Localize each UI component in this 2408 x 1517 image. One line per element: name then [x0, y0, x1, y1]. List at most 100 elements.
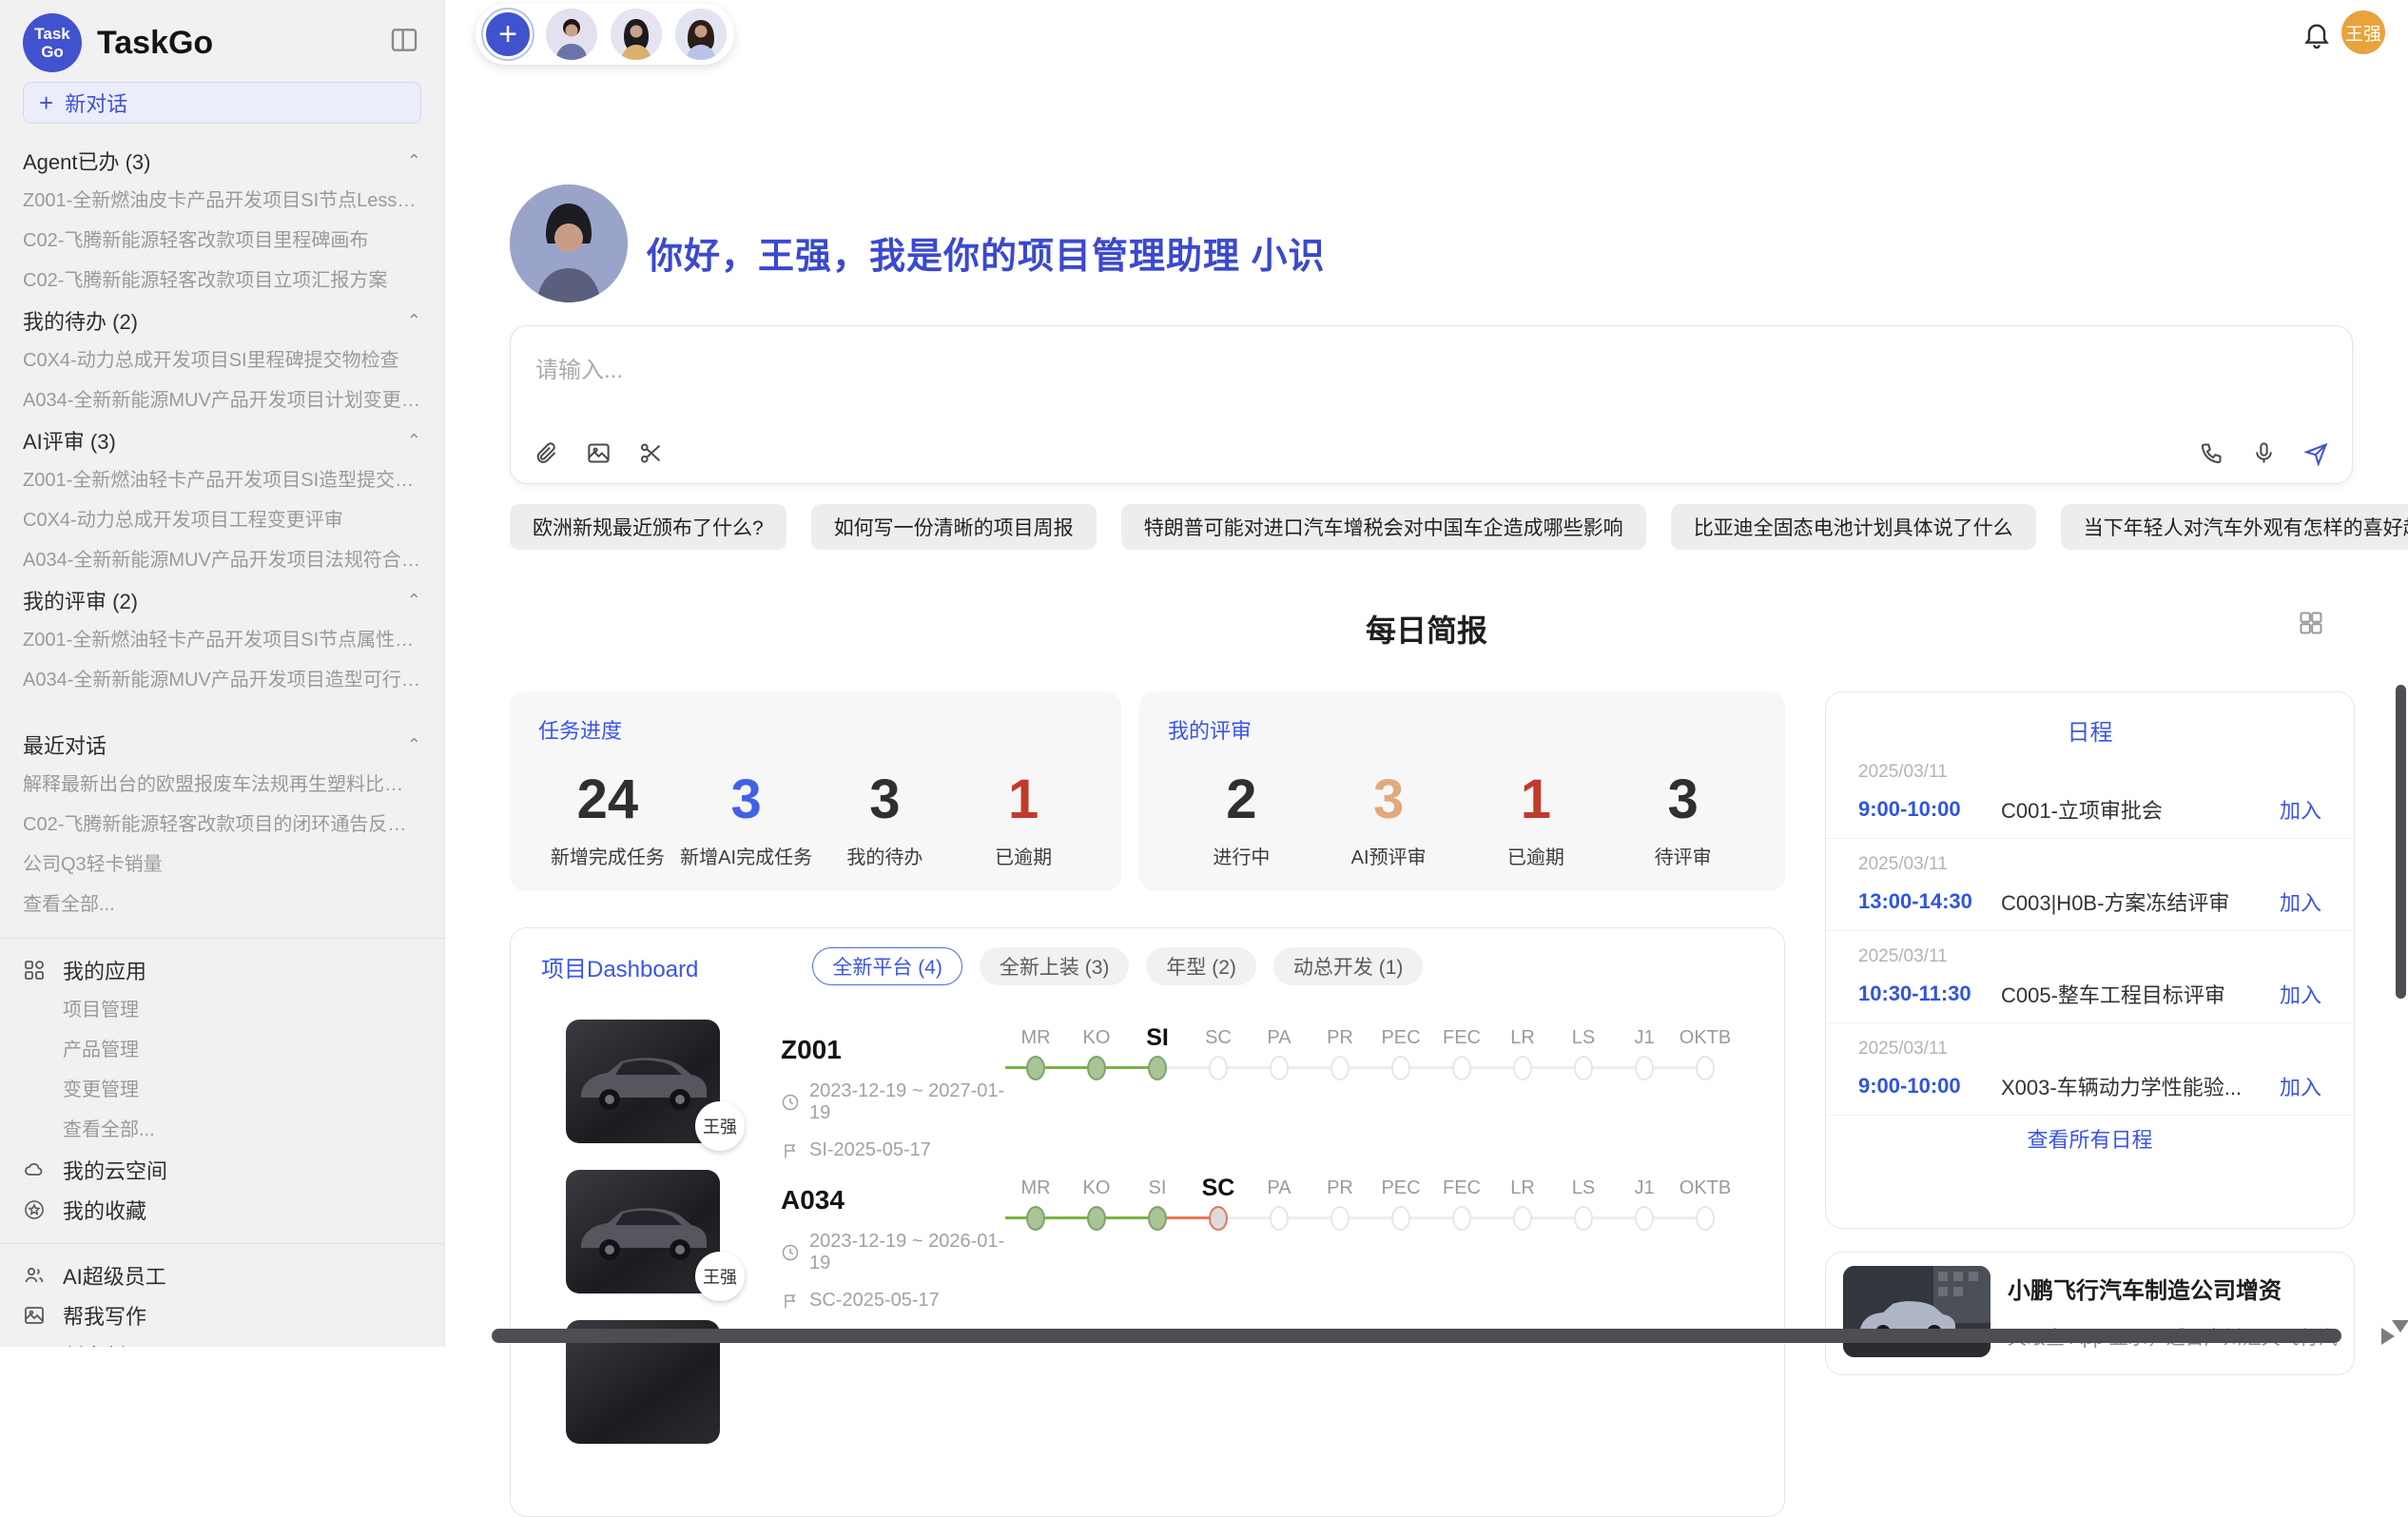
sidebar-item[interactable]: A034-全新新能源MUV产品开发项目计划变更表编写 [23, 380, 421, 420]
tab-powertrain[interactable]: 动总开发 (1) [1273, 947, 1424, 985]
milestone-label: PA [1249, 1021, 1310, 1054]
milestone-label: PA [1249, 1172, 1310, 1204]
schedule-event-title: C005-整车工程目标评审 [2001, 979, 2266, 1009]
join-link[interactable]: 加入 [2280, 794, 2321, 825]
schedule-date: 2025/03/11 [1858, 762, 2321, 783]
recent-chat-item[interactable]: C02-飞腾新能源轻客改款项目的闭环通告反馈情况 [23, 805, 421, 845]
sidebar-item-help-write[interactable]: 帮我写作 [23, 1295, 421, 1335]
sidebar-item-favorites[interactable]: 我的收藏 [23, 1190, 421, 1230]
sidebar-item[interactable]: A034-全新新能源MUV产品开发项目法规符合性评审 [23, 540, 421, 580]
sidebar-item[interactable]: C02-飞腾新能源轻客改款项目立项汇报方案 [23, 261, 421, 301]
milestone-dot [1026, 1056, 1045, 1080]
suggestion-chip[interactable]: 特朗普可能对进口汽车增税会对中国车企造成哪些影响 [1121, 504, 1646, 550]
layout-grid-icon[interactable] [2298, 610, 2324, 636]
sidebar-item-change-mgmt[interactable]: 变更管理 [23, 1070, 421, 1110]
notification-bell-icon[interactable] [2301, 19, 2332, 49]
sidebar-item[interactable]: A034-全新新能源MUV产品开发项目造型可行性评审 [23, 660, 421, 700]
new-chat-button[interactable]: + 新对话 [23, 82, 421, 124]
sidebar-collapse-icon[interactable] [389, 25, 419, 55]
milestone-label: LS [1553, 1172, 1614, 1204]
schedule-time: 9:00-10:00 [1858, 797, 2001, 822]
news-card[interactable]: 小鹏飞行汽车制造公司增资 天眼查 App 显示，近日广州汇天飞行汽... [1825, 1252, 2355, 1375]
section-ai-review[interactable]: AI评审 (3) ⌃ [23, 420, 421, 460]
project-date-range: 2023-12-19 ~ 2026-01-19 [809, 1231, 1005, 1274]
stat-label: 新增AI完成任务 [677, 842, 816, 869]
add-conversation-button[interactable]: + [483, 10, 533, 59]
avatar[interactable] [675, 9, 727, 60]
new-chat-label: 新对话 [65, 88, 127, 118]
milestone-dot [1270, 1206, 1289, 1231]
join-link[interactable]: 加入 [2280, 979, 2321, 1009]
stat-value: 1 [954, 764, 1093, 836]
sidebar-item-project-mgmt[interactable]: 项目管理 [23, 990, 421, 1030]
sidebar-item[interactable]: C0X4-动力总成开发项目SI里程碑提交物检查 [23, 340, 421, 380]
recent-chat-item[interactable]: 公司Q3轻卡销量 [23, 845, 421, 885]
attachment-icon[interactable] [534, 440, 559, 466]
schedule-event-title: C001-立项审批会 [2001, 794, 2266, 825]
suggestion-chip[interactable]: 如何写一份清晰的项目周报 [811, 504, 1097, 550]
milestone-dot [1391, 1206, 1410, 1231]
stat-value: 24 [538, 764, 677, 836]
image-upload-icon[interactable] [586, 440, 612, 466]
milestone-label-current: SC [1188, 1172, 1249, 1204]
project-row-partial[interactable] [511, 1293, 1784, 1444]
suggestion-chip[interactable]: 当下年轻人对汽车外观有怎样的喜好趋势 [2061, 504, 2408, 550]
horizontal-scrollbar[interactable] [492, 1329, 2341, 1343]
phone-call-icon[interactable] [2199, 440, 2224, 466]
cloud-icon [23, 1158, 46, 1181]
scissors-icon[interactable] [638, 440, 664, 466]
recent-view-all[interactable]: 查看全部... [23, 885, 421, 924]
schedule-panel: 日程 2025/03/11 9:00-10:00 C001-立项审批会 加入 2… [1825, 691, 2355, 1229]
section-my-todo[interactable]: 我的待办 (2) ⌃ [23, 301, 421, 340]
microphone-icon[interactable] [2251, 440, 2277, 466]
sidebar-item-ai-employee[interactable]: AI超级员工 [23, 1255, 421, 1295]
news-image [1843, 1266, 1990, 1357]
sidebar-item[interactable]: Z001-全新燃油轻卡产品开发项目SI造型提交物评审 [23, 460, 421, 500]
milestone-label: FEC [1431, 1172, 1492, 1204]
sidebar-item-creative-draw[interactable]: 创意制图 [23, 1335, 421, 1347]
avatar[interactable] [611, 9, 662, 60]
join-link[interactable]: 加入 [2280, 886, 2321, 917]
tab-new-platform[interactable]: 全新平台 (4) [812, 947, 962, 985]
clock-icon [781, 1243, 800, 1262]
suggestion-chip[interactable]: 欧洲新规最近颁布了什么? [510, 504, 786, 550]
tab-year-model[interactable]: 年型 (2) [1146, 947, 1256, 985]
star-icon [23, 1198, 46, 1221]
stat-value: 3 [1315, 764, 1463, 836]
sidebar-item[interactable]: C0X4-动力总成开发项目工程变更评审 [23, 500, 421, 540]
sidebar-item[interactable]: Z001-全新燃油皮卡产品开发项目SI节点Lesson Learn报告 [23, 181, 421, 221]
section-recent-chats[interactable]: 最近对话 ⌃ [23, 725, 421, 765]
tab-new-body[interactable]: 全新上装 (3) [980, 947, 1130, 985]
send-icon[interactable] [2303, 440, 2329, 466]
section-agent-done[interactable]: Agent已办 (3) ⌃ [23, 141, 421, 181]
app-logo: Task Go [23, 13, 82, 72]
sidebar-item-product-mgmt[interactable]: 产品管理 [23, 1030, 421, 1070]
project-date-range: 2023-12-19 ~ 2027-01-19 [809, 1080, 1005, 1124]
scroll-down-arrow[interactable] [2392, 1320, 2408, 1332]
chat-input-card[interactable]: 请输入... [510, 325, 2353, 484]
milestone-label: J1 [1614, 1172, 1675, 1204]
avatar[interactable] [546, 9, 597, 60]
suggestion-chip[interactable]: 比亚迪全固态电池计划具体说了什么 [1671, 504, 2036, 550]
section-my-review[interactable]: 我的评审 (2) ⌃ [23, 580, 421, 620]
schedule-date: 2025/03/11 [1858, 1039, 2321, 1060]
project-row[interactable]: 王强 Z001 2023-12-19 ~ 2027-01-19 SI-2025-… [511, 993, 1784, 1143]
vertical-scrollbar[interactable] [2396, 685, 2406, 999]
sidebar-item[interactable]: C02-飞腾新能源轻客改款项目里程碑画布 [23, 221, 421, 261]
sidebar-item-my-apps[interactable]: 我的应用 [23, 950, 421, 990]
join-link[interactable]: 加入 [2280, 1071, 2321, 1101]
milestone-label: KO [1066, 1021, 1127, 1054]
sidebar-item[interactable]: Z001-全新燃油轻卡产品开发项目SI节点属性5D文件评审 [23, 620, 421, 660]
sidebar-item-cloud-space[interactable]: 我的云空间 [23, 1150, 421, 1190]
divider [0, 938, 444, 939]
view-all-schedule-link[interactable]: 查看所有日程 [1826, 1123, 2354, 1154]
stat-value: 1 [1463, 764, 1610, 836]
stat-value: 3 [677, 764, 816, 836]
user-avatar-badge[interactable]: 王强 [2341, 10, 2385, 54]
project-row[interactable]: 王强 A034 2023-12-19 ~ 2026-01-19 SC-2025-… [511, 1143, 1784, 1293]
recent-chat-item[interactable]: 解释最新出台的欧盟报废车法规再生塑料比例被调至15%... [23, 765, 421, 805]
milestone-dot [1696, 1056, 1715, 1080]
logo-text-2: Go [41, 43, 64, 61]
logo-row: Task Go TaskGo [23, 10, 421, 76]
apps-view-all[interactable]: 查看全部... [23, 1110, 421, 1150]
